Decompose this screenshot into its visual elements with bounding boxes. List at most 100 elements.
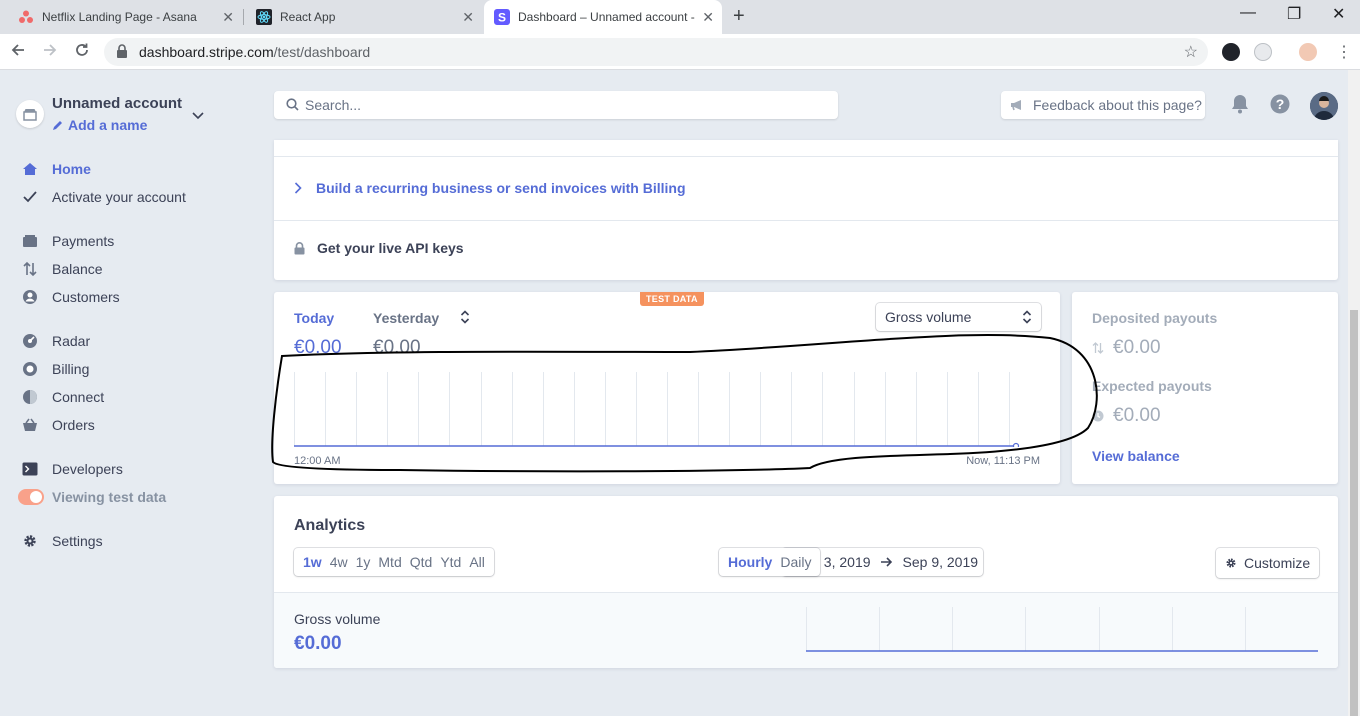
account-store-icon[interactable]: [16, 100, 44, 128]
granularity-option[interactable]: Hourly: [724, 548, 776, 576]
back-icon[interactable]: [10, 42, 26, 63]
customize-button[interactable]: Customize: [1216, 548, 1319, 578]
sidebar-item-home[interactable]: Home: [22, 159, 91, 179]
bookmark-star-icon[interactable]: ☆: [1184, 42, 1198, 62]
deposited-payouts-label: Deposited payouts: [1092, 310, 1218, 326]
sidebar-item-label: Balance: [52, 261, 103, 277]
payouts-card: Deposited payouts €0.00 Expected payouts…: [1072, 292, 1338, 484]
compare-label: Yesterday: [373, 310, 440, 326]
expected-amount: €0.00: [1113, 405, 1161, 426]
notification-bell-icon[interactable]: [1231, 94, 1249, 117]
view-balance-link[interactable]: View balance: [1092, 448, 1180, 464]
minimize-icon[interactable]: —: [1240, 4, 1256, 22]
browser-tab-react[interactable]: React App ✕: [246, 0, 482, 34]
close-tab-icon[interactable]: ✕: [462, 9, 474, 26]
gear-icon: [22, 533, 38, 549]
close-tab-icon[interactable]: ✕: [222, 9, 234, 26]
lock-icon: [116, 44, 128, 61]
connect-icon: [22, 389, 38, 405]
react-devtools-icon[interactable]: [1222, 43, 1240, 61]
current-point: [1012, 442, 1020, 447]
lock-icon: [294, 241, 305, 255]
reload-icon[interactable]: [74, 42, 90, 63]
expected-payouts-value: €0.00: [1092, 405, 1161, 427]
sidebar-item-customers[interactable]: Customers: [22, 287, 120, 307]
svg-text:S: S: [498, 11, 506, 25]
tab-title: React App: [280, 10, 336, 24]
sidebar-item-activate[interactable]: Activate your account: [22, 187, 186, 207]
user-avatar[interactable]: [1310, 92, 1338, 120]
help-icon[interactable]: ?: [1270, 94, 1290, 117]
api-keys-task[interactable]: Get your live API keys: [294, 240, 464, 256]
chart-x-end: Now, 11:13 PM: [966, 455, 1040, 467]
period-option[interactable]: Ytd: [436, 548, 465, 576]
feedback-label: Feedback about this page?: [1033, 97, 1202, 113]
sidebar-item-settings[interactable]: Settings: [22, 531, 103, 551]
today-volume-chart: [294, 372, 1020, 447]
orders-icon: [22, 417, 38, 433]
period-option[interactable]: Mtd: [374, 548, 405, 576]
today-label: Today: [294, 310, 335, 326]
billing-task-label: Build a recurring business or send invoi…: [316, 180, 686, 196]
account-name[interactable]: Unnamed account: [52, 95, 182, 112]
period-option[interactable]: All: [465, 548, 489, 576]
address-bar[interactable]: dashboard.stripe.com/test/dashboard ☆: [104, 38, 1208, 66]
sidebar-item-orders[interactable]: Orders: [22, 415, 95, 435]
sidebar-item-payments[interactable]: Payments: [22, 231, 114, 251]
tab-title: Netflix Landing Page - Asana: [42, 10, 197, 24]
add-name-label: Add a name: [68, 117, 148, 133]
page-scrollbar[interactable]: [1348, 70, 1360, 716]
period-option[interactable]: 1y: [352, 548, 375, 576]
compare-period-select-icon[interactable]: [460, 310, 470, 327]
sidebar-item-radar[interactable]: Radar: [22, 331, 90, 351]
granularity-selector: Hourly Daily: [719, 548, 821, 576]
billing-task-link[interactable]: Build a recurring business or send invoi…: [294, 180, 686, 196]
sidebar-item-test-data-toggle[interactable]: Viewing test data: [18, 487, 166, 507]
browser-tab-asana[interactable]: Netflix Landing Page - Asana ✕: [0, 0, 242, 34]
url-path: /test/dashboard: [273, 44, 371, 60]
period-option[interactable]: 1w: [299, 548, 326, 576]
granularity-option[interactable]: Daily: [776, 548, 815, 576]
sidebar-item-label: Developers: [52, 461, 123, 477]
stripe-icon: S: [494, 9, 510, 25]
customers-icon: [22, 289, 38, 305]
chevron-down-icon[interactable]: [192, 107, 204, 123]
window-close-icon[interactable]: ✕: [1332, 4, 1345, 24]
test-data-toggle[interactable]: [18, 489, 44, 505]
sidebar-item-developers[interactable]: Developers: [22, 459, 123, 479]
search-input[interactable]: [305, 95, 805, 115]
restore-icon[interactable]: ❐: [1287, 4, 1301, 24]
metric-select-value: Gross volume: [885, 309, 972, 325]
new-tab-button[interactable]: +: [733, 5, 745, 28]
check-icon: [22, 189, 38, 205]
period-option[interactable]: 4w: [326, 548, 352, 576]
tab-divider: [243, 9, 244, 25]
close-tab-icon[interactable]: ✕: [702, 9, 714, 26]
scrollbar-thumb[interactable]: [1350, 310, 1358, 716]
today-value: €0.00: [294, 337, 342, 358]
add-name-link[interactable]: Add a name: [52, 117, 147, 133]
divider: [274, 156, 1338, 157]
sidebar-item-label: Home: [52, 161, 91, 177]
browser-menu-icon[interactable]: ⋮: [1336, 42, 1352, 62]
sidebar-item-billing[interactable]: Billing: [22, 359, 89, 379]
expected-payouts-label: Expected payouts: [1092, 378, 1212, 394]
megaphone-icon: [1010, 99, 1025, 111]
profile-icon[interactable]: [1299, 43, 1317, 61]
analytics-card: Analytics 1w 4w 1y Mtd Qtd Ytd All Sep 3…: [274, 496, 1338, 668]
sidebar-item-label: Settings: [52, 533, 103, 549]
transfer-arrows-icon: [1092, 342, 1105, 354]
sidebar-item-balance[interactable]: Balance: [22, 259, 103, 279]
feedback-button[interactable]: Feedback about this page?: [1001, 91, 1205, 119]
search-icon: [286, 98, 299, 114]
sidebar-item-connect[interactable]: Connect: [22, 387, 104, 407]
range-end: Sep 9, 2019: [902, 554, 979, 570]
period-option[interactable]: Qtd: [406, 548, 437, 576]
browser-tab-stripe[interactable]: S Dashboard – Unnamed account - ✕: [484, 0, 722, 34]
divider: [274, 220, 1338, 221]
extension-icon[interactable]: [1254, 43, 1272, 61]
forward-icon[interactable]: [42, 42, 58, 63]
gross-volume-tile[interactable]: Gross volume €0.00: [274, 592, 1338, 668]
metric-select[interactable]: Gross volume: [876, 303, 1041, 331]
search-box[interactable]: [274, 91, 838, 119]
